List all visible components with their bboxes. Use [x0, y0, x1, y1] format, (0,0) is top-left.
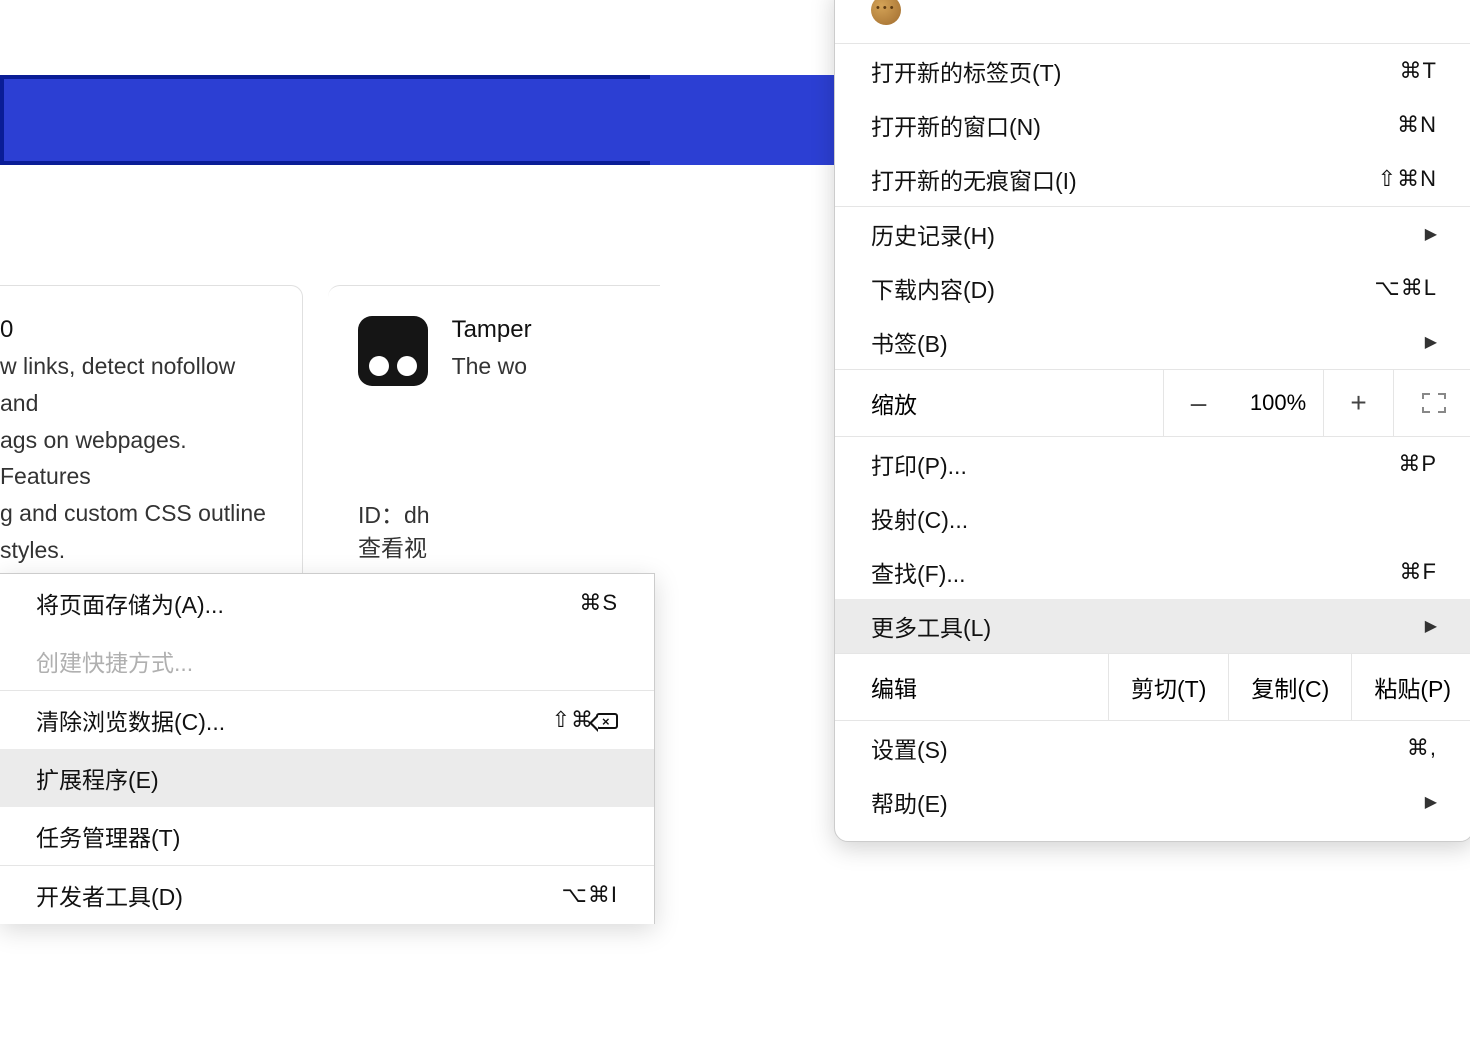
- menu-label: 更多工具(L): [871, 609, 1425, 643]
- paste-button[interactable]: 粘贴(P): [1351, 654, 1470, 720]
- submenu-create-shortcut: 创建快捷方式...: [0, 632, 654, 690]
- edit-label: 编辑: [835, 654, 1108, 720]
- menu-label: 下载内容(D): [871, 271, 1374, 305]
- zoom-controls: 缩放 – 100% +: [835, 369, 1470, 437]
- submenu-label: 扩展程序(E): [36, 761, 618, 795]
- menu-new-tab[interactable]: 打开新的标签页(T) ⌘T: [835, 44, 1470, 98]
- submenu-clear-data[interactable]: 清除浏览数据(C)... ⇧⌘×: [0, 691, 654, 749]
- extension-description: The wo: [452, 348, 532, 385]
- zoom-value: 100%: [1233, 370, 1323, 436]
- menu-shortcut: ⌘N: [1397, 112, 1437, 138]
- menu-settings[interactable]: 设置(S) ⌘,: [835, 721, 1470, 775]
- menu-shortcut: ⌥⌘L: [1374, 275, 1437, 301]
- submenu-label: 任务管理器(T): [36, 819, 618, 853]
- menu-help[interactable]: 帮助(E) ▶: [835, 775, 1470, 829]
- extension-view-link[interactable]: 查看视: [358, 530, 636, 567]
- zoom-out-button[interactable]: –: [1163, 370, 1233, 436]
- submenu-extensions[interactable]: 扩展程序(E): [0, 749, 654, 807]
- menu-new-window[interactable]: 打开新的窗口(N) ⌘N: [835, 98, 1470, 152]
- menu-label: 打开新的标签页(T): [871, 54, 1400, 88]
- menu-label: 帮助(E): [871, 785, 1425, 819]
- menu-shortcut: ⌘P: [1398, 451, 1437, 477]
- menu-more-tools[interactable]: 更多工具(L) ▶: [835, 599, 1470, 653]
- extensions-area: 0 w links, detect nofollow and ags on we…: [0, 285, 660, 575]
- menu-shortcut: ⇧⌘N: [1378, 166, 1437, 192]
- chevron-right-icon: ▶: [1425, 616, 1437, 636]
- submenu-devtools[interactable]: 开发者工具(D) ⌥⌘I: [0, 866, 654, 924]
- menu-shortcut: ⌘T: [1400, 58, 1437, 84]
- copy-button[interactable]: 复制(C): [1228, 654, 1351, 720]
- menu-label: 打开新的无痕窗口(I): [871, 162, 1378, 196]
- extension-title: 0: [0, 316, 278, 344]
- menu-print[interactable]: 打印(P)... ⌘P: [835, 437, 1470, 491]
- menu-label: 打印(P)...: [871, 447, 1398, 481]
- tampermonkey-icon: [358, 316, 428, 386]
- menu-downloads[interactable]: 下载内容(D) ⌥⌘L: [835, 261, 1470, 315]
- submenu-shortcut: ⌘S: [579, 590, 618, 616]
- chevron-right-icon: ▶: [1425, 792, 1437, 812]
- menu-label: 设置(S): [871, 731, 1407, 765]
- menu-label: 打开新的窗口(N): [871, 108, 1397, 142]
- extension-description-line: ags on webpages. Features: [0, 422, 278, 496]
- menu-bookmarks[interactable]: 书签(B) ▶: [835, 315, 1470, 369]
- menu-history[interactable]: 历史记录(H) ▶: [835, 207, 1470, 261]
- menu-shortcut: ⌘,: [1407, 735, 1437, 761]
- cut-button[interactable]: 剪切(T): [1108, 654, 1228, 720]
- submenu-label: 清除浏览数据(C)...: [36, 703, 552, 737]
- submenu-task-manager[interactable]: 任务管理器(T): [0, 807, 654, 865]
- submenu-label: 将页面存储为(A)...: [36, 586, 579, 620]
- zoom-in-button[interactable]: +: [1323, 370, 1393, 436]
- extension-indicator[interactable]: [835, 0, 1470, 43]
- extension-description-line: w links, detect nofollow and: [0, 348, 278, 422]
- fullscreen-icon: [1422, 393, 1446, 413]
- extension-id-label: ID：dh: [358, 496, 636, 530]
- zoom-label: 缩放: [835, 370, 1163, 436]
- submenu-shortcut: ⌥⌘I: [562, 882, 618, 908]
- extension-card[interactable]: Tamper The wo ID：dh 查看视: [328, 285, 660, 575]
- menu-shortcut: ⌘F: [1400, 559, 1437, 585]
- menu-label: 书签(B): [871, 325, 1425, 359]
- extension-description-line: g and custom CSS outline styles.: [0, 495, 278, 569]
- submenu-label: 创建快捷方式...: [36, 644, 618, 678]
- menu-label: 历史记录(H): [871, 217, 1425, 251]
- cookie-icon: [871, 0, 901, 25]
- submenu-shortcut: ⇧⌘×: [552, 707, 618, 733]
- menu-label: 查找(F)...: [871, 555, 1400, 589]
- menu-label: 投射(C)...: [871, 501, 1437, 535]
- edit-controls: 编辑 剪切(T) 复制(C) 粘贴(P): [835, 653, 1470, 721]
- menu-cast[interactable]: 投射(C)...: [835, 491, 1470, 545]
- menu-find[interactable]: 查找(F)... ⌘F: [835, 545, 1470, 599]
- chevron-right-icon: ▶: [1425, 332, 1437, 352]
- chrome-main-menu: 打开新的标签页(T) ⌘T 打开新的窗口(N) ⌘N 打开新的无痕窗口(I) ⇧…: [834, 0, 1470, 842]
- submenu-save-page[interactable]: 将页面存储为(A)... ⌘S: [0, 574, 654, 632]
- menu-incognito-window[interactable]: 打开新的无痕窗口(I) ⇧⌘N: [835, 152, 1470, 206]
- fullscreen-button[interactable]: [1393, 370, 1470, 436]
- submenu-label: 开发者工具(D): [36, 878, 562, 912]
- backspace-icon: ×: [596, 713, 618, 729]
- extension-card[interactable]: 0 w links, detect nofollow and ags on we…: [0, 285, 303, 575]
- banner-highlighted: [0, 75, 652, 165]
- extension-title: Tamper: [452, 316, 532, 344]
- more-tools-submenu: 将页面存储为(A)... ⌘S 创建快捷方式... 清除浏览数据(C)... ⇧…: [0, 573, 655, 924]
- chevron-right-icon: ▶: [1425, 224, 1437, 244]
